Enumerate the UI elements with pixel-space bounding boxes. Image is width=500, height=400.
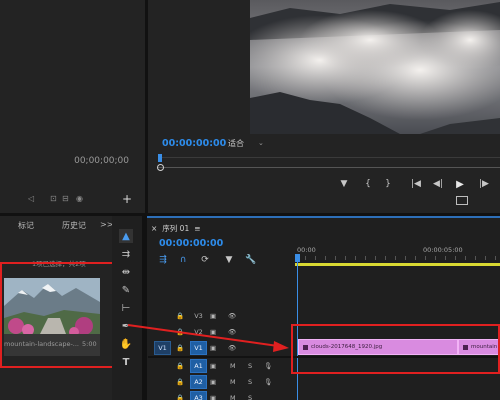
sequence-timecode[interactable]: 00:00:00:00 bbox=[159, 238, 223, 249]
step-forward-icon[interactable]: |▶ bbox=[478, 178, 490, 190]
track-v3: 🔒 V3 ▣ 👁 bbox=[148, 308, 500, 324]
video-preview bbox=[250, 0, 500, 134]
step-back-icon[interactable]: ◀| bbox=[432, 178, 444, 190]
playhead-circle[interactable] bbox=[157, 164, 164, 171]
mic-icon[interactable]: 🎙 bbox=[264, 359, 272, 373]
pen-icon[interactable]: ✒ bbox=[119, 319, 133, 333]
program-timecode[interactable]: 00:00:00:00 bbox=[162, 138, 226, 149]
chevron-down-icon: ⌄ bbox=[258, 139, 264, 147]
eye-icon[interactable]: 👁 bbox=[228, 325, 236, 339]
program-monitor: 00:00:00:00 适合 ⌄ ▼ { } |◀ ◀| ▶ |▶ bbox=[148, 0, 500, 213]
add-marker-icon[interactable]: ▼ bbox=[223, 254, 235, 266]
sync-icon[interactable]: ▣ bbox=[210, 375, 216, 389]
add-button-icon[interactable]: + bbox=[122, 192, 132, 206]
add-marker-icon[interactable]: ▼ bbox=[338, 178, 350, 190]
program-ruler[interactable] bbox=[157, 154, 500, 174]
lock-icon[interactable]: 🔒 bbox=[176, 391, 184, 400]
hand-icon[interactable]: ✋ bbox=[119, 337, 133, 351]
razor-icon[interactable]: ✎ bbox=[119, 283, 133, 297]
solo-button[interactable]: S bbox=[248, 359, 252, 373]
lock-icon[interactable]: 🔒 bbox=[176, 309, 184, 323]
ruler-label-5s: 00:00:05:00 bbox=[423, 246, 463, 254]
ruler-label-start: 00:00 bbox=[297, 246, 316, 254]
eye-icon[interactable]: 👁 bbox=[228, 341, 236, 355]
sync-icon[interactable]: ▣ bbox=[210, 391, 216, 400]
tab-history[interactable]: 历史记 bbox=[62, 220, 86, 231]
go-to-in-icon[interactable]: |◀ bbox=[410, 178, 422, 190]
lock-icon[interactable]: 🔒 bbox=[176, 341, 184, 355]
mute-button[interactable]: M bbox=[230, 391, 236, 400]
type-tool-icon[interactable]: T bbox=[119, 355, 133, 369]
solo-button[interactable]: S bbox=[248, 391, 252, 400]
source-controls: ◁ ⊡ ⊟ ◉ + bbox=[0, 192, 145, 206]
sync-icon[interactable]: ▣ bbox=[210, 341, 216, 355]
lock-icon[interactable]: 🔒 bbox=[176, 325, 184, 339]
track-label[interactable]: A3 bbox=[190, 391, 207, 400]
track-a3: 🔒 A3 ▣ M S bbox=[148, 390, 500, 400]
menu-icon[interactable]: ≡ bbox=[194, 224, 200, 233]
export-frame-icon[interactable] bbox=[456, 196, 468, 205]
camera-icon[interactable]: ◉ bbox=[76, 194, 83, 203]
mic-icon[interactable]: 🎙 bbox=[264, 375, 272, 389]
mute-button[interactable]: M bbox=[230, 375, 236, 389]
snap-icon[interactable]: ∩ bbox=[177, 254, 189, 266]
nest-icon[interactable]: ⇶ bbox=[157, 254, 169, 266]
track-label[interactable]: V1 bbox=[190, 341, 207, 355]
fit-dropdown[interactable]: 适合 ⌄ bbox=[228, 137, 282, 149]
tab-markers[interactable]: 标记 bbox=[18, 220, 34, 231]
source-timecode[interactable]: 00;00;00;00 bbox=[74, 156, 129, 166]
track-select-icon[interactable]: ⇉ bbox=[119, 247, 133, 261]
work-area-bar[interactable] bbox=[295, 263, 500, 266]
track-label[interactable]: A1 bbox=[190, 359, 207, 373]
slip-icon[interactable]: ⊢ bbox=[119, 301, 133, 315]
track-a2: 🔒 A2 ▣ M S 🎙 bbox=[148, 374, 500, 390]
clouds-image bbox=[250, 0, 500, 134]
step-back-icon[interactable]: ◁ bbox=[28, 194, 34, 203]
overwrite-icon[interactable]: ⊟ bbox=[62, 194, 69, 203]
mark-in-icon[interactable]: { bbox=[362, 178, 374, 190]
ripple-edit-icon[interactable]: ⇹ bbox=[119, 265, 133, 279]
mark-out-icon[interactable]: } bbox=[382, 178, 394, 190]
sequence-tab[interactable]: × 序列 01 ≡ bbox=[151, 222, 201, 234]
selection-tool-icon[interactable]: ▲ bbox=[119, 229, 133, 243]
timeline-ruler[interactable]: 00:00 00:00:05:00 bbox=[295, 242, 500, 268]
eye-icon[interactable]: 👁 bbox=[228, 309, 236, 323]
sync-icon[interactable]: ▣ bbox=[210, 359, 216, 373]
lock-icon[interactable]: 🔒 bbox=[176, 359, 184, 373]
play-icon[interactable]: ▶ bbox=[454, 178, 466, 190]
linked-selection-icon[interactable]: ⟳ bbox=[199, 254, 211, 266]
transport-controls: ▼ { } |◀ ◀| ▶ |▶ bbox=[338, 177, 500, 191]
source-patch-v1[interactable]: V1 bbox=[154, 341, 171, 355]
track-label[interactable]: V2 bbox=[190, 325, 207, 339]
sync-icon[interactable]: ▣ bbox=[210, 325, 216, 339]
source-monitor: 00;00;00;00 ◁ ⊡ ⊟ ◉ + bbox=[0, 0, 145, 213]
sequence-name: 序列 01 bbox=[162, 223, 190, 233]
close-icon[interactable]: × bbox=[151, 224, 157, 233]
track-label[interactable]: V3 bbox=[190, 309, 207, 323]
playhead-marker[interactable] bbox=[158, 154, 162, 162]
panel-tabs: 标记 历史记 >> bbox=[0, 218, 113, 232]
mute-button[interactable]: M bbox=[230, 359, 236, 373]
fit-dropdown-value: 适合 bbox=[228, 138, 244, 148]
annotation-box-media bbox=[0, 262, 126, 368]
solo-button[interactable]: S bbox=[248, 375, 252, 389]
track-label[interactable]: A2 bbox=[190, 375, 207, 389]
insert-icon[interactable]: ⊡ bbox=[50, 194, 57, 203]
wrench-icon[interactable]: 🔧 bbox=[245, 254, 257, 266]
sync-icon[interactable]: ▣ bbox=[210, 309, 216, 323]
annotation-box-clips bbox=[291, 324, 500, 374]
lock-icon[interactable]: 🔒 bbox=[176, 375, 184, 389]
playhead[interactable] bbox=[295, 254, 300, 262]
